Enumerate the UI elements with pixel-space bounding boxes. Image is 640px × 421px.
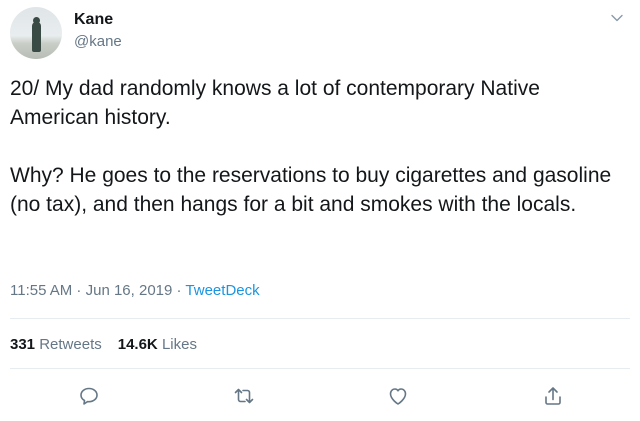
reply-icon [80, 387, 98, 405]
like-button[interactable] [386, 384, 410, 408]
tweet-source-link[interactable]: TweetDeck [185, 282, 259, 299]
divider [10, 368, 630, 369]
retweet-icon [234, 388, 254, 404]
tweet-metadata: 11:55 AM · Jun 16, 2019 · TweetDeck [10, 282, 260, 299]
divider [10, 318, 630, 319]
share-icon [545, 387, 561, 405]
heart-icon [389, 388, 407, 405]
tweet-date[interactable]: Jun 16, 2019 [86, 282, 173, 299]
likes-count: 14.6K [117, 336, 158, 353]
tweet-paragraph: 20/ My dad randomly knows a lot of conte… [10, 77, 540, 129]
retweets-stat[interactable]: 331 Retweets [10, 336, 102, 353]
meta-separator: · [72, 282, 86, 299]
likes-stat[interactable]: 14.6K Likes [118, 336, 197, 353]
share-button[interactable] [541, 384, 565, 408]
avatar[interactable] [10, 7, 62, 59]
author-name[interactable]: Kane [74, 11, 113, 29]
likes-label: Likes [161, 336, 197, 353]
retweet-button[interactable] [232, 384, 256, 408]
tweet-stats: 331 Retweets 14.6K Likes [10, 336, 197, 353]
retweets-count: 331 [10, 336, 36, 353]
chevron-down-icon[interactable] [610, 11, 624, 25]
tweet-paragraph: Why? He goes to the reservations to buy … [10, 164, 612, 216]
retweets-label: Retweets [39, 336, 102, 353]
tweet-text: 20/ My dad randomly knows a lot of conte… [10, 74, 632, 219]
reply-button[interactable] [77, 384, 101, 408]
avatar-figure-body [32, 22, 41, 52]
meta-separator: · [172, 282, 186, 299]
tweet-time[interactable]: 11:55 AM [10, 282, 72, 299]
author-handle[interactable]: @kane [74, 33, 122, 50]
